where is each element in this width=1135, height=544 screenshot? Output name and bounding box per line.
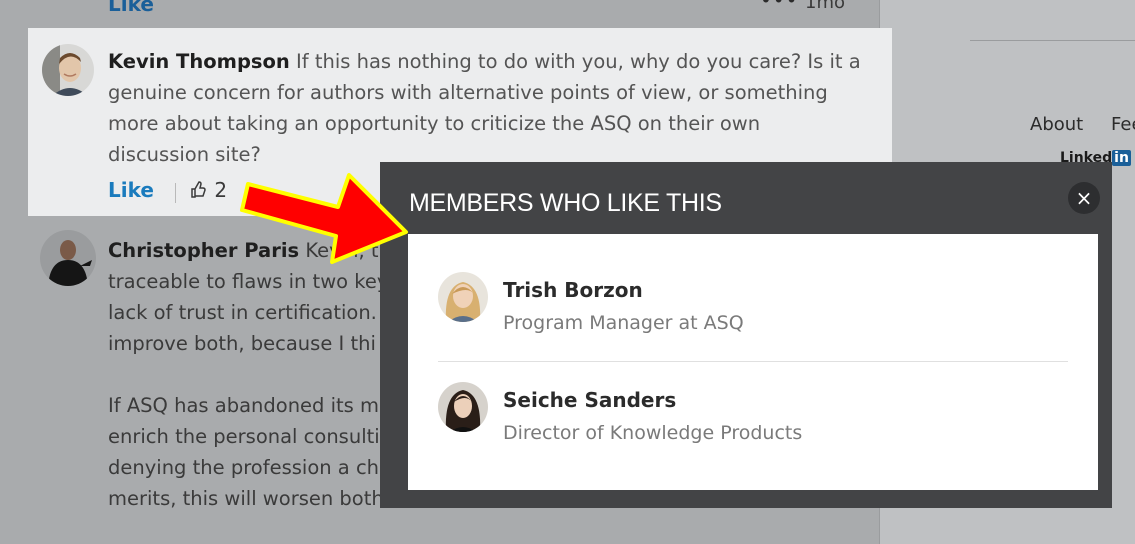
like-separator (175, 183, 176, 203)
right-rail-divider (970, 40, 1135, 41)
trish-borzon-photo (438, 272, 488, 322)
kevin-thompson-photo (42, 44, 94, 96)
close-icon: × (1075, 186, 1093, 210)
previous-comment-timestamp: 1mo (805, 0, 845, 13)
comment-line: If this has nothing to do with you, why … (296, 50, 861, 73)
list-item[interactable]: Trish Borzon Program Manager at ASQ (438, 272, 1078, 334)
comment-line: If ASQ has abandoned its mi (108, 394, 385, 417)
divider (438, 361, 1068, 362)
christopher-paris-photo (40, 230, 96, 286)
member-title: Director of Knowledge Products (503, 422, 803, 444)
comment-line: lack of trust in certification. (108, 301, 377, 324)
linkedin-logo-in: in (1112, 150, 1131, 166)
member-name[interactable]: Trish Borzon (503, 278, 643, 302)
comment-author[interactable]: Kevin Thompson (108, 50, 290, 73)
comment-line: enrich the personal consulti (108, 425, 380, 448)
comment-body: Christopher Paris Kevin, the traceable t… (108, 235, 408, 514)
avatar[interactable] (438, 382, 488, 432)
footer-link-feedback[interactable]: Fee (1111, 114, 1135, 135)
avatar[interactable] (438, 272, 488, 322)
footer-link-about[interactable]: About (1030, 114, 1083, 135)
like-count-button[interactable]: 2 (190, 178, 227, 202)
comment-line (108, 359, 408, 390)
seiche-sanders-photo (438, 382, 488, 432)
like-count: 2 (214, 178, 228, 202)
comment-line: traceable to flaws in two key (108, 270, 389, 293)
members-who-like-modal: MEMBERS WHO LIKE THIS × Trish Borzon Pro… (380, 162, 1112, 508)
members-list: Trish Borzon Program Manager at ASQ Seic… (408, 234, 1098, 490)
comment-line: genuine concern for authors with alterna… (108, 81, 828, 104)
comment-line: merits, this will worsen both (108, 487, 384, 510)
thumbs-up-icon (190, 178, 208, 202)
like-button[interactable]: Like (108, 178, 154, 202)
comment-line: more about taking an opportunity to crit… (108, 112, 761, 135)
comment-line: improve both, because I thi (108, 332, 376, 355)
avatar[interactable] (40, 230, 96, 286)
member-name[interactable]: Seiche Sanders (503, 388, 676, 412)
modal-title: MEMBERS WHO LIKE THIS (409, 189, 722, 217)
red-arrow-icon (240, 173, 408, 264)
close-button[interactable]: × (1068, 182, 1100, 214)
previous-comment-like-button[interactable]: Like (108, 0, 154, 16)
comment-body: Kevin Thompson If this has nothing to do… (108, 46, 868, 170)
comment-line: denying the profession a cha (108, 456, 391, 479)
avatar[interactable] (42, 44, 94, 96)
more-options-icon[interactable]: ••• (760, 0, 798, 12)
list-item[interactable]: Seiche Sanders Director of Knowledge Pro… (438, 382, 1078, 444)
member-title: Program Manager at ASQ (503, 312, 744, 334)
